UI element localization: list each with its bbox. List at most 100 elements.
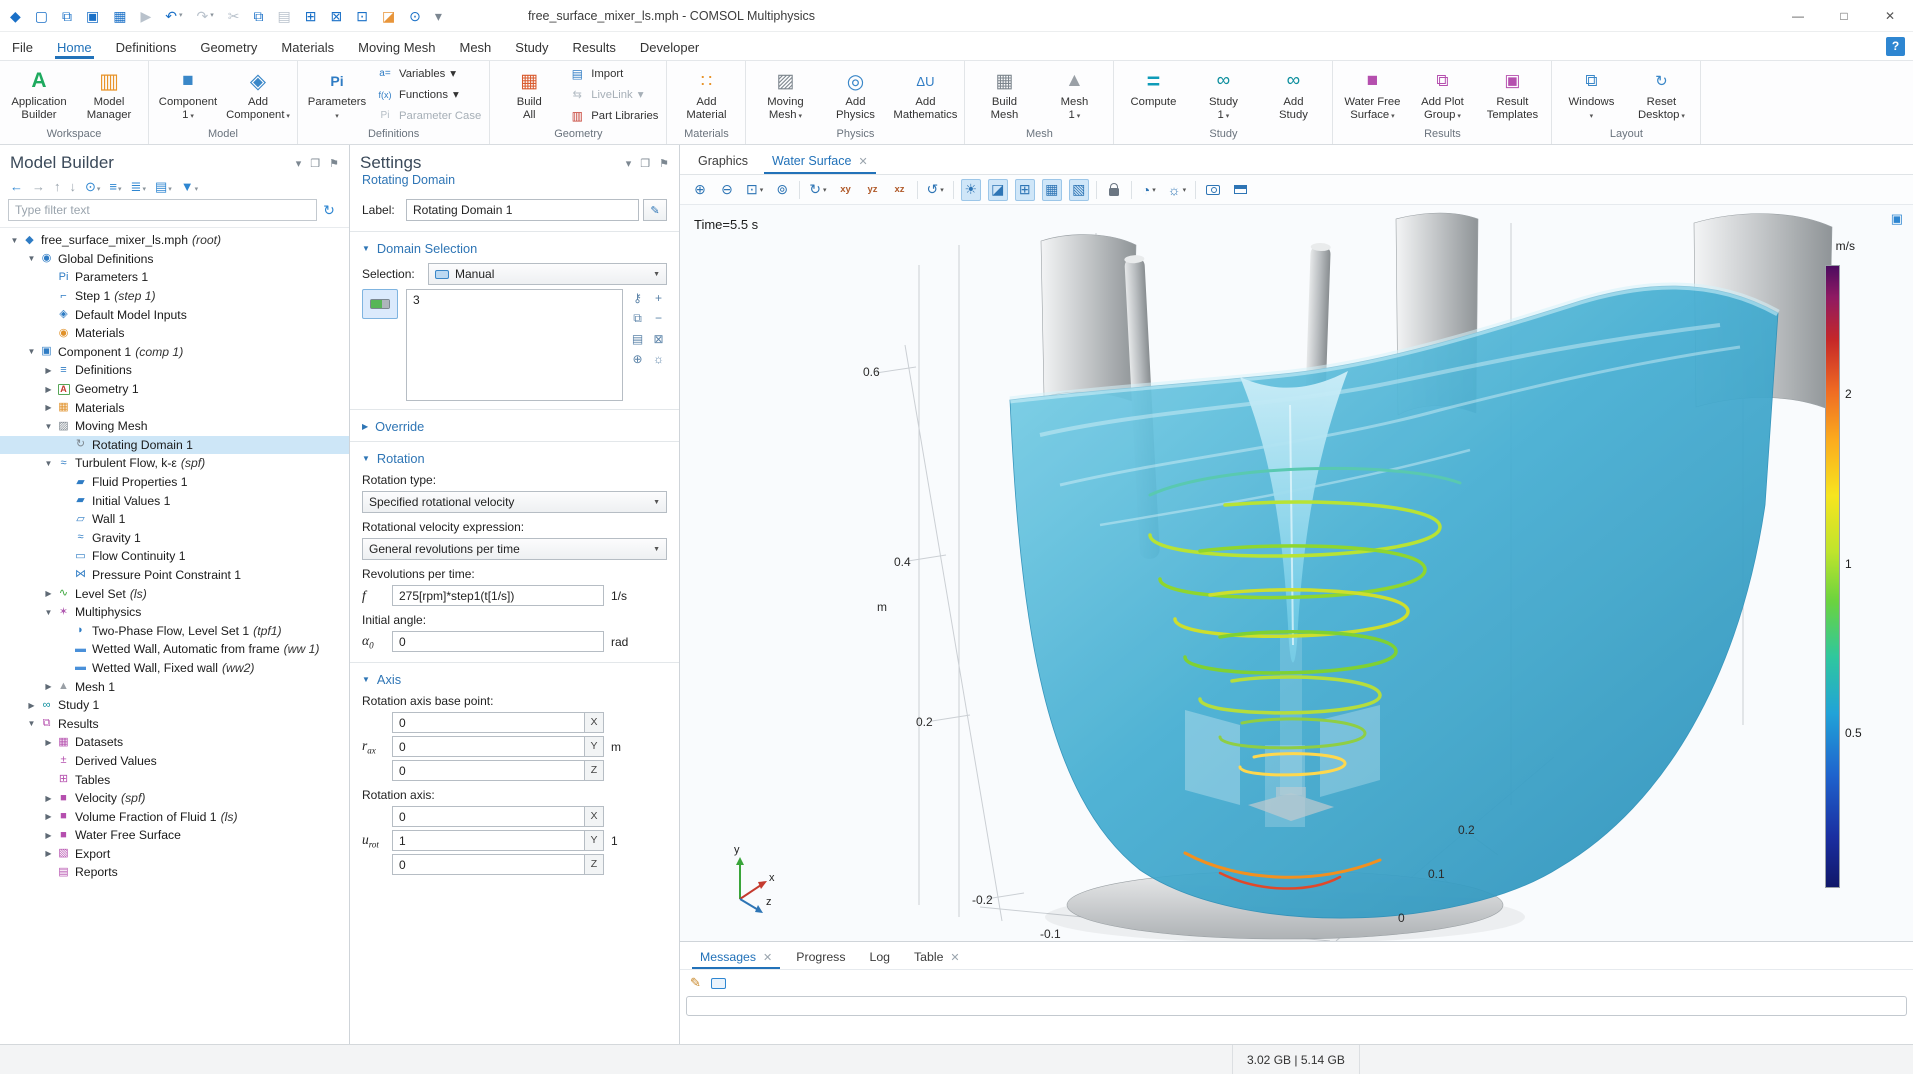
back-icon[interactable]: ←: [10, 180, 23, 193]
tree-item-tables[interactable]: ⊞Tables: [0, 770, 349, 789]
tree-item-export[interactable]: ▶▧Export: [0, 845, 349, 864]
tree-item-pressure-point-constraint-1[interactable]: ⋈Pressure Point Constraint 1: [0, 566, 349, 585]
tree-item-derived-values[interactable]: ±Derived Values: [0, 752, 349, 771]
float-icon[interactable]: ❐: [310, 157, 320, 170]
add-plot-group-button[interactable]: ⧉Add PlotGroup ▾: [1407, 63, 1477, 126]
expand-icon[interactable]: ▶: [25, 701, 38, 710]
collapse-icon[interactable]: ▼: [25, 254, 38, 263]
expand-icon[interactable]: ▶: [42, 682, 55, 691]
save-icon[interactable]: ▣: [86, 9, 99, 23]
moving-mesh-button[interactable]: ▨MovingMesh ▾: [750, 63, 820, 126]
rotation-type-dropdown[interactable]: Specified rotational velocity ▼: [362, 491, 667, 513]
section-override[interactable]: ▶ Override: [362, 419, 667, 434]
expand-icon[interactable]: ▶: [42, 812, 55, 821]
minimize-button[interactable]: —: [1775, 0, 1821, 32]
view-settings-icon[interactable]: ▦: [1042, 179, 1062, 201]
study-1-button[interactable]: ∞Study1 ▾: [1188, 63, 1258, 126]
label-field[interactable]: Rotating Domain 1: [406, 199, 639, 221]
functions-button[interactable]: f(x)Functions▾: [376, 85, 481, 104]
new-file-icon[interactable]: ▢: [35, 9, 48, 23]
tree-item-materials[interactable]: ◉Materials: [0, 324, 349, 343]
water-free-surface-button[interactable]: ■Water FreeSurface ▾: [1337, 63, 1407, 126]
section-rotation[interactable]: ▼ Rotation: [362, 451, 667, 466]
tree-item-two-phase-flow-level-set-1[interactable]: ◗Two-Phase Flow, Level Set 1(tpf1): [0, 621, 349, 640]
tab-definitions[interactable]: Definitions: [104, 35, 189, 58]
tree-item-wetted-wall-automatic-from-frame[interactable]: ▬Wetted Wall, Automatic from frame(ww 1): [0, 640, 349, 659]
duplicate-icon[interactable]: ⊞: [305, 9, 317, 23]
build-all-button[interactable]: ▦BuildAll: [494, 63, 564, 126]
expand-icon[interactable]: ▶: [42, 366, 55, 375]
collapse-icon[interactable]: ≣▾: [131, 180, 146, 193]
help-button[interactable]: ?: [1886, 37, 1905, 56]
zoom-selection-icon[interactable]: ⊕: [632, 352, 642, 366]
pin-icon[interactable]: ⚑: [329, 157, 339, 170]
tree-item-mesh-1[interactable]: ▶▲Mesh 1: [0, 677, 349, 696]
collapse-icon[interactable]: ▼: [25, 347, 38, 356]
zoom-extents-icon[interactable]: ⊚: [772, 179, 792, 201]
tree-item-volume-fraction-of-fluid-1[interactable]: ▶■Volume Fraction of Fluid 1(ls): [0, 807, 349, 826]
expand-icon[interactable]: ▶: [42, 794, 55, 803]
tab-moving-mesh[interactable]: Moving Mesh: [346, 35, 447, 58]
redo-icon[interactable]: ↷▾: [197, 9, 214, 23]
rotate-view-icon[interactable]: ↺▾: [925, 179, 946, 201]
parameters--button[interactable]: PiParameters▾: [302, 63, 372, 126]
section-domain-selection[interactable]: ▼ Domain Selection: [362, 241, 667, 256]
rotation-axis-field-z[interactable]: 0Z: [392, 854, 604, 875]
cut-icon[interactable]: ✂: [228, 9, 240, 23]
tab-mesh[interactable]: Mesh: [447, 35, 503, 58]
tree-item-moving-mesh[interactable]: ▼▨Moving Mesh: [0, 417, 349, 436]
selection-list[interactable]: 3: [406, 289, 623, 401]
model-manager-button[interactable]: ▥ModelManager: [74, 63, 144, 126]
tree-item-water-free-surface[interactable]: ▶■Water Free Surface: [0, 826, 349, 845]
section-axis[interactable]: ▼ Axis: [362, 672, 667, 687]
import-button[interactable]: ▤Import: [568, 64, 658, 83]
messages-content[interactable]: [686, 996, 1907, 1016]
snapshot-icon[interactable]: [1203, 179, 1223, 201]
filter-icon[interactable]: ▼▾: [181, 180, 198, 193]
tree-item-global-definitions[interactable]: ▼◉Global Definitions: [0, 250, 349, 269]
tree-item-multiphysics[interactable]: ▼✶Multiphysics: [0, 603, 349, 622]
graphics-tab-graphics[interactable]: Graphics: [686, 148, 760, 174]
close-tab-icon[interactable]: ✕: [858, 155, 867, 168]
tree-item-turbulent-flow-k-[interactable]: ▼≈Turbulent Flow, k-ε(spf): [0, 454, 349, 473]
graphics-canvas[interactable]: Time=5.5 s ▣ 0.60.4m0.2-0.2-0.10.20.10 y…: [680, 205, 1913, 941]
undo-icon[interactable]: ↶▾: [165, 9, 182, 23]
graphics-tab-water-surface[interactable]: Water Surface✕: [760, 148, 880, 174]
run-icon[interactable]: ▶: [140, 9, 151, 23]
color-theme-icon[interactable]: ◔▾: [1139, 179, 1159, 201]
tree-item-wetted-wall-fixed-wall[interactable]: ▬Wetted Wall, Fixed wall(ww2): [0, 659, 349, 678]
tree-item-results[interactable]: ▼⧉Results: [0, 714, 349, 733]
show-icon[interactable]: ⊙▾: [85, 180, 100, 193]
yz-view-icon[interactable]: yz: [863, 179, 883, 201]
plot-settings-icon[interactable]: ▧: [1069, 179, 1089, 201]
zoom-box-icon[interactable]: ⊡▾: [744, 179, 765, 201]
rotation-axis-base-point-field-x[interactable]: 0X: [392, 712, 604, 733]
result-templates-button[interactable]: ▣ResultTemplates: [1477, 63, 1547, 126]
rotation-axis-field-y[interactable]: 1Y: [392, 830, 604, 851]
rotation-axis-base-point-field-z[interactable]: 0Z: [392, 760, 604, 781]
add-icon[interactable]: +: [655, 291, 662, 305]
collapse-icon[interactable]: ▼: [25, 719, 38, 728]
tab-materials[interactable]: Materials: [269, 35, 346, 58]
expand-icon[interactable]: ▶: [42, 849, 55, 858]
forward-icon[interactable]: →: [32, 180, 45, 193]
revolutions-field[interactable]: 275[rpm]*step1(t[1/s]): [392, 585, 604, 606]
copy-icon[interactable]: ⧉: [633, 311, 642, 326]
tree-item-initial-values-1[interactable]: ▰Initial Values 1: [0, 491, 349, 510]
tab-results[interactable]: Results: [561, 35, 628, 58]
rotation-axis-field-x[interactable]: 0X: [392, 806, 604, 827]
node-view-icon[interactable]: ▤▾: [155, 180, 172, 193]
close-tab-icon[interactable]: ✕: [763, 951, 772, 964]
scene-light-icon[interactable]: ☀: [961, 179, 981, 201]
clear-icon[interactable]: ⊠: [653, 332, 663, 346]
compute--button[interactable]: =Compute: [1118, 63, 1188, 126]
tree-item-free-surface-mixer-ls-mph[interactable]: ▼◆free_surface_mixer_ls.mph(root): [0, 231, 349, 250]
tree-item-rotating-domain-1[interactable]: ↻Rotating Domain 1: [0, 436, 349, 455]
open-in-window-icon[interactable]: [711, 978, 726, 989]
delete-icon[interactable]: ⊠: [330, 9, 342, 23]
dock-tab-progress[interactable]: Progress: [784, 945, 857, 969]
activate-selection-toggle[interactable]: [362, 289, 398, 319]
initial-angle-field[interactable]: 0: [392, 631, 604, 652]
expand-icon[interactable]: ▶: [42, 589, 55, 598]
default-view-icon[interactable]: ↻▾: [807, 179, 828, 201]
